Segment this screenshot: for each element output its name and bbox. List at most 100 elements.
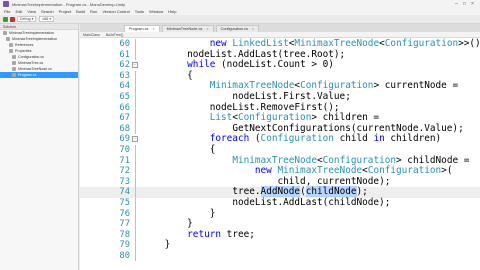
fold-guide	[135, 208, 136, 220]
solution-tree-item-label: Program.cs	[18, 73, 37, 77]
keyword-token: return	[187, 228, 227, 240]
menu-file[interactable]: File	[4, 9, 10, 14]
tab-label: Configuration.cs	[220, 27, 249, 31]
type-token: Configuration	[300, 80, 374, 92]
tab-close-icon[interactable]: ×	[206, 27, 208, 31]
keyword-token: in	[373, 133, 385, 145]
code-line[interactable]: 79 }	[80, 239, 480, 251]
fold-toggle-icon[interactable]: -	[132, 62, 138, 69]
close-icon[interactable]: ×	[471, 1, 474, 7]
code-text: nodeList.AddLast(childNode);	[142, 197, 390, 209]
run-icon[interactable]	[3, 16, 8, 22]
type-token: Configuration	[367, 165, 442, 177]
line-number: 69	[119, 134, 130, 145]
configuration-select-value: Debug	[20, 17, 31, 21]
tab-close-icon[interactable]: ×	[252, 27, 254, 31]
highlighted-token: childNode	[305, 186, 357, 198]
solution-tree-item[interactable]: Program.cs	[0, 72, 78, 78]
fold-guide	[135, 81, 136, 92]
tab-close-icon[interactable]: ×	[152, 27, 154, 31]
code-lines[interactable]: 60 new LinkedList<MinimaxTreeNode<Config…	[80, 38, 480, 262]
line-number: 73	[119, 176, 130, 187]
platform-select[interactable]: x86 ▾	[39, 16, 55, 22]
code-line[interactable]: 80	[80, 250, 480, 262]
csharp-file-icon	[12, 55, 16, 59]
tab-program-cs[interactable]: Program.cs ×	[124, 25, 160, 32]
code-token: (nodeList.Count >	[221, 59, 323, 71]
menu-search[interactable]: Search	[41, 9, 54, 14]
minimize-icon[interactable]: –	[455, 1, 458, 7]
code-token: >>();	[458, 38, 480, 49]
line-number: 78	[119, 229, 130, 240]
fold-guide	[135, 91, 136, 103]
code-line[interactable]: 75 nodeList.AddLast(childNode);	[80, 197, 480, 209]
fold-guide	[135, 187, 136, 198]
type-token: MinimaxTreeNode	[277, 165, 363, 177]
code-line[interactable]: 77 }	[80, 218, 480, 230]
breadcrumb-item[interactable]: BuildTree()	[106, 33, 124, 37]
configuration-select[interactable]: Debug ▾	[17, 16, 37, 22]
code-editor[interactable]: 60 new LinkedList<MinimaxTreeNode<Config…	[80, 38, 480, 270]
type-token: MinimaxTreeNode	[209, 80, 295, 92]
line-number: 79	[119, 240, 130, 251]
code-line[interactable]: 62- while (nodeList.Count > 0)	[80, 59, 480, 71]
maximize-icon[interactable]: □	[463, 1, 466, 7]
fold-toggle-icon[interactable]: -	[132, 136, 138, 143]
stop-icon[interactable]	[10, 16, 15, 22]
fold-guide	[135, 240, 136, 251]
menu-project[interactable]: Project	[59, 9, 71, 14]
solution-tree-item-label: References	[15, 43, 34, 47]
folder-icon	[9, 43, 13, 47]
code-token: child	[333, 133, 374, 145]
keyword-token: new	[209, 38, 233, 49]
type-token: LinkedList	[232, 38, 289, 49]
code-token: )	[328, 59, 334, 71]
breadcrumb-item[interactable]: MainClass	[83, 33, 100, 37]
code-line[interactable]: 69- foreach (Configuration child in chil…	[80, 134, 480, 145]
solution-tree-item-label: Configuration.cs	[18, 55, 44, 59]
line-number: 63	[119, 70, 130, 81]
platform-select-value: x86	[42, 17, 49, 21]
fold-guide	[135, 39, 136, 50]
solution-tree-item-label: MinimaxTreeImplementation	[9, 31, 55, 35]
monodevelop-app-icon	[3, 1, 9, 7]
tab-minimaxtreenode-cs[interactable]: MinimaxTreeNode.cs ×	[161, 25, 214, 32]
csharp-file-icon	[12, 61, 16, 65]
line-number: 67	[119, 113, 130, 124]
type-token: MinimaxTreeNode	[294, 38, 380, 49]
type-token: Configuration	[384, 38, 459, 49]
fold-guide	[135, 166, 136, 177]
fold-guide	[135, 123, 136, 135]
tab-label: MinimaxTreeNode.cs	[166, 27, 203, 31]
type-token: Configuration	[260, 133, 334, 145]
line-number: 77	[119, 219, 130, 230]
menu-tools[interactable]: Tools	[135, 9, 144, 14]
solution-tree-item-label: Properties	[15, 49, 32, 53]
solution-tree-item-label: MinimaxTree.cs	[18, 61, 44, 65]
csharp-file-icon	[12, 67, 16, 71]
code-token: child, currentNode);	[277, 175, 391, 187]
code-line[interactable]: 76 }	[80, 208, 480, 220]
code-token: > children =	[311, 112, 380, 124]
menu-window[interactable]: Window	[149, 9, 163, 14]
keyword-token: new	[254, 165, 278, 177]
folder-icon	[9, 49, 13, 53]
menu-version-control[interactable]: Version Control	[102, 9, 129, 14]
menu-build[interactable]: Build	[76, 9, 85, 14]
solution-tree-item-label: MinimaxTreeNode.cs	[18, 67, 52, 71]
fold-guide	[135, 197, 136, 209]
folder-icon	[6, 37, 10, 41]
menu-help[interactable]: Help	[168, 9, 176, 14]
code-line[interactable]: 78 return tree;	[80, 228, 480, 241]
line-number: 72	[119, 166, 130, 177]
code-text: }	[142, 239, 171, 251]
solution-pad: Solution MinimaxTreeImplementation Minima…	[0, 24, 79, 270]
code-token: }	[164, 239, 171, 251]
menu-run[interactable]: Run	[90, 9, 97, 14]
fold-guide	[135, 229, 136, 241]
fold-guide	[135, 102, 136, 114]
tab-configuration-cs[interactable]: Configuration.cs ×	[215, 25, 260, 32]
type-token: List	[209, 112, 233, 124]
menu-edit[interactable]: Edit	[15, 9, 22, 14]
menu-view[interactable]: View	[27, 9, 36, 14]
